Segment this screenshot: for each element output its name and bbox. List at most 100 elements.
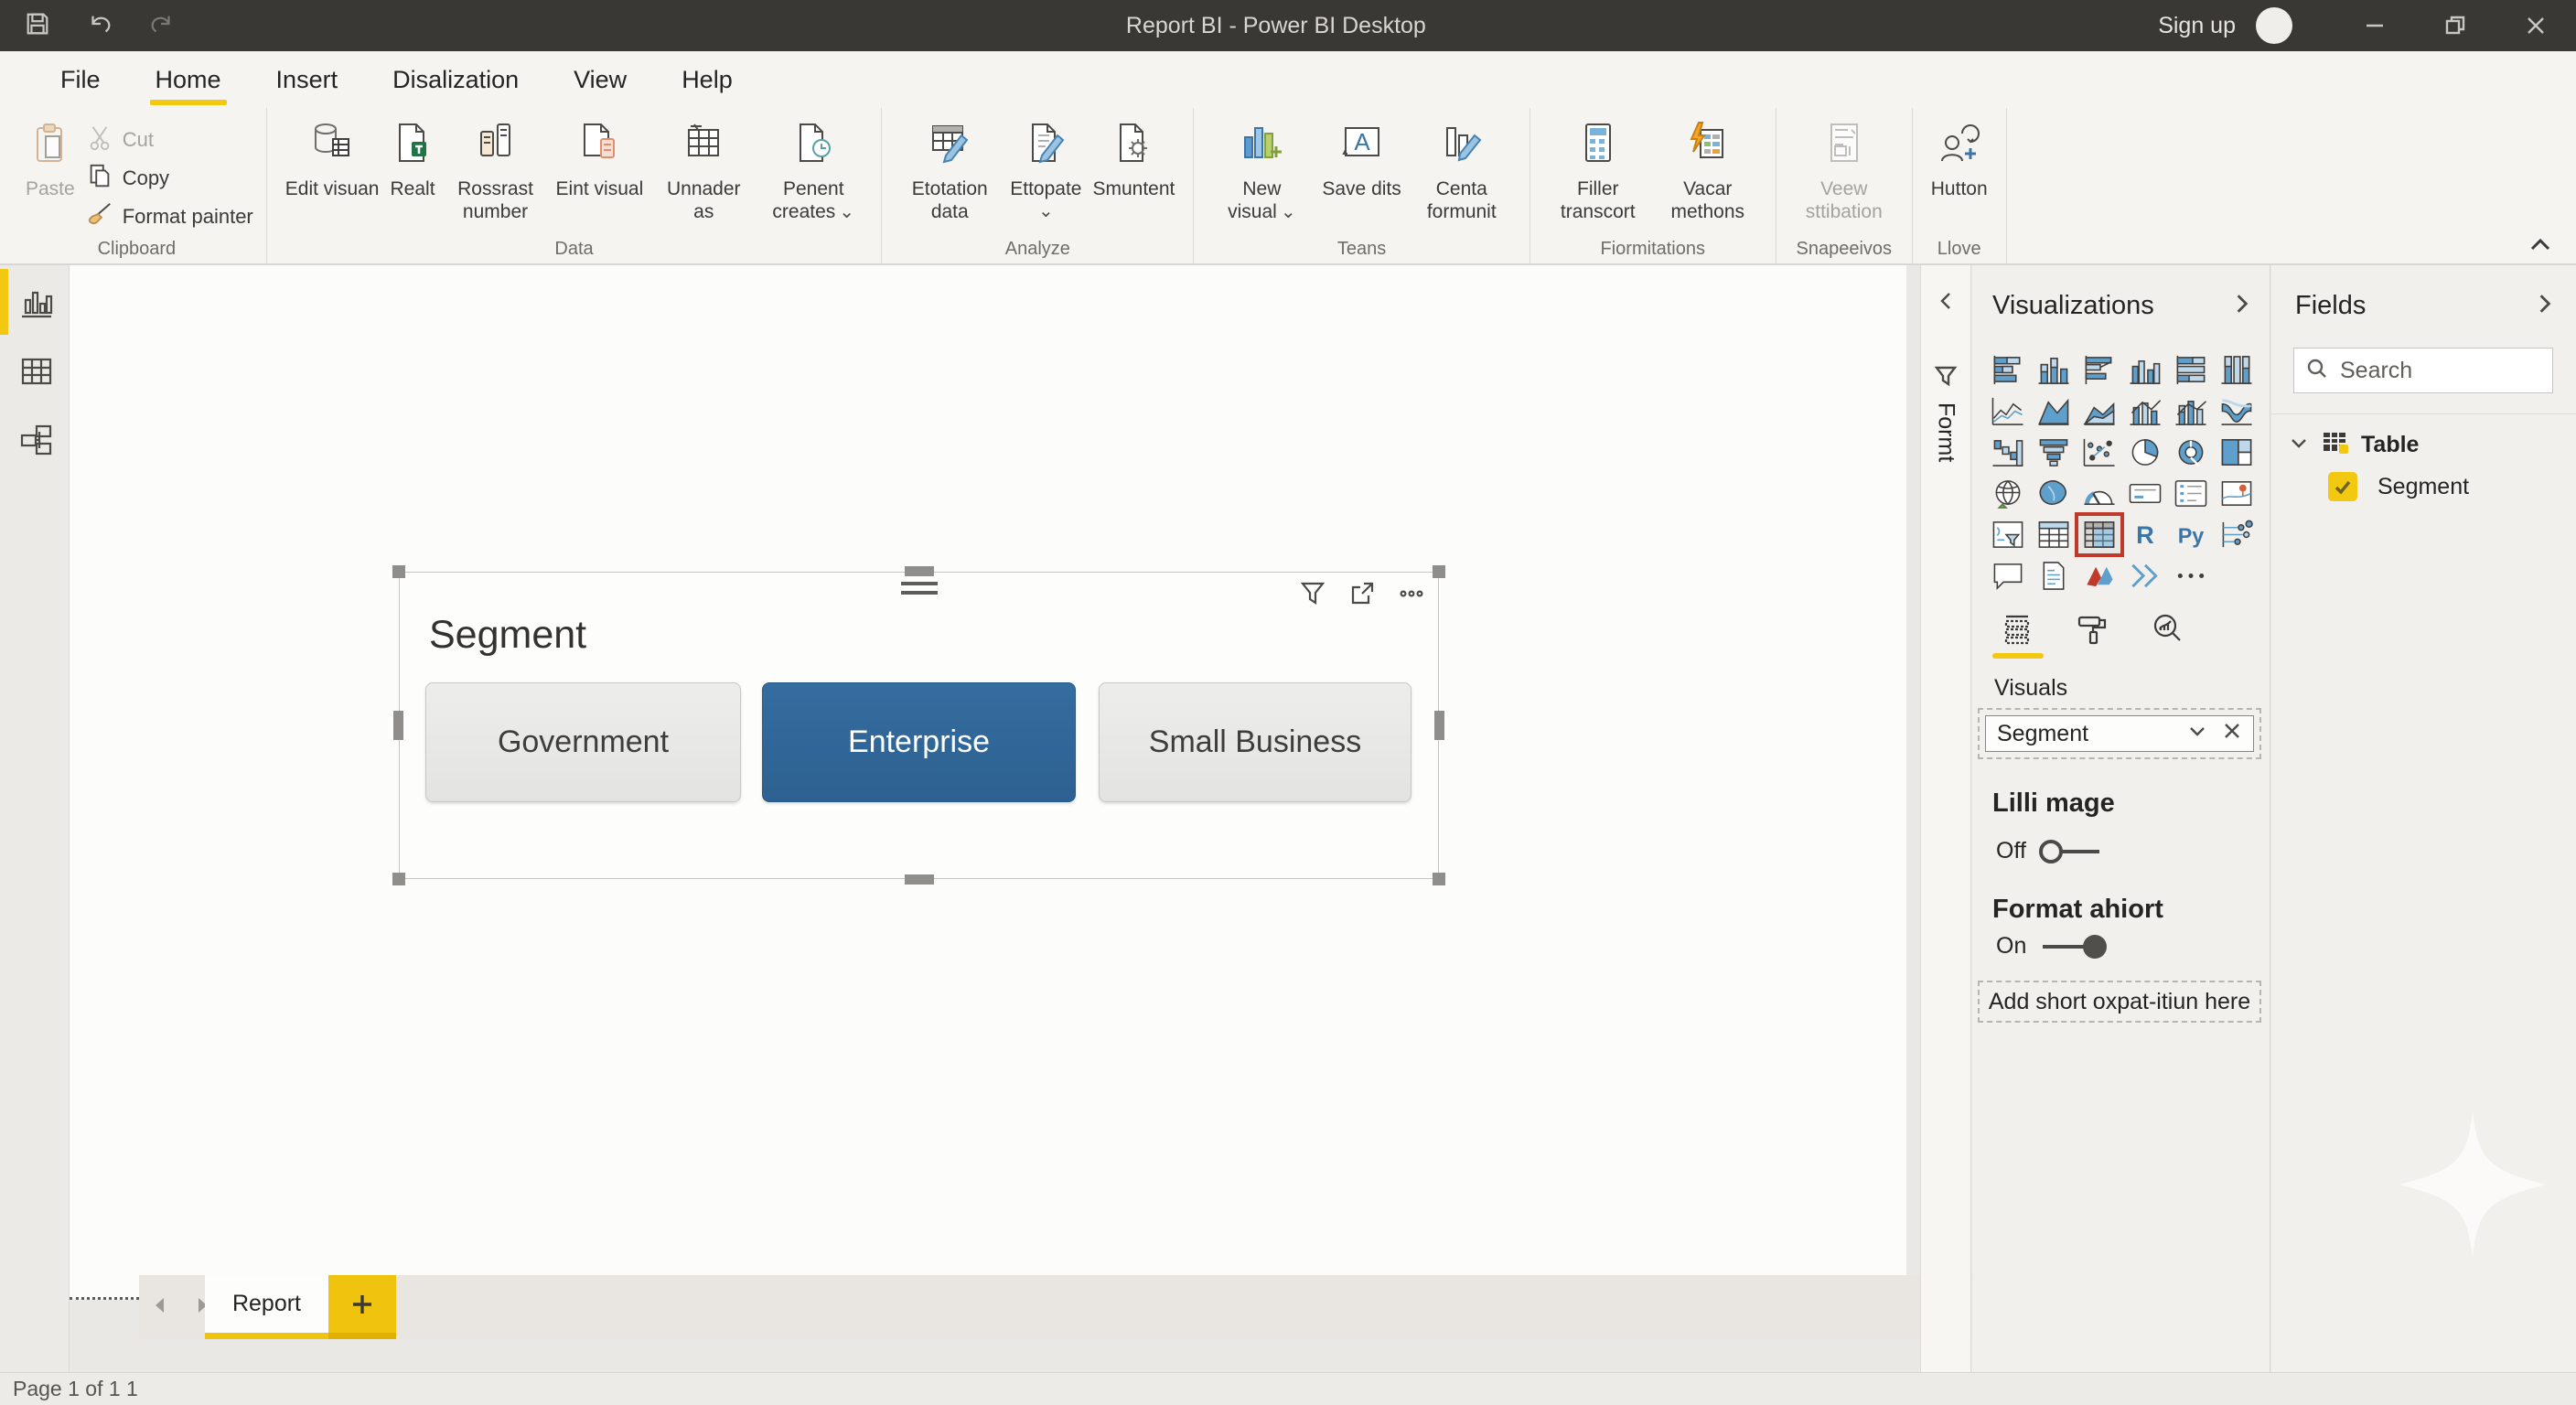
slicer-option-small-business[interactable]: Small Business bbox=[1099, 682, 1411, 802]
arcgis-map-icon[interactable] bbox=[2214, 473, 2259, 514]
waterfall-chart-icon[interactable] bbox=[1985, 432, 2031, 473]
slicer-visual[interactable]: Segment Government Enterprise Small Busi… bbox=[399, 572, 1439, 879]
menu-home[interactable]: Home bbox=[128, 51, 249, 108]
restore-button[interactable] bbox=[2415, 0, 2496, 51]
undo-icon[interactable] bbox=[86, 10, 113, 42]
resize-handle[interactable] bbox=[392, 873, 405, 885]
python-visual-icon[interactable]: Py bbox=[2168, 514, 2214, 555]
stacked-area-chart-icon[interactable] bbox=[2077, 391, 2122, 432]
100-stacked-column-chart-icon[interactable] bbox=[2214, 349, 2259, 391]
filler-transcort-button[interactable]: Filler transcort bbox=[1543, 117, 1653, 223]
close-button[interactable] bbox=[2496, 0, 2576, 51]
collapse-ribbon-button[interactable] bbox=[2525, 231, 2556, 258]
100-stacked-bar-chart-icon[interactable] bbox=[2168, 349, 2214, 391]
line-and-stacked-column-chart-icon[interactable] bbox=[2168, 391, 2214, 432]
card-icon[interactable] bbox=[2122, 473, 2168, 514]
cut-button[interactable]: Cut bbox=[86, 121, 253, 159]
clustered-bar-chart-icon[interactable] bbox=[2077, 349, 2122, 391]
menu-file[interactable]: File bbox=[33, 51, 128, 108]
report-view-icon[interactable] bbox=[18, 285, 55, 322]
centa-formunit-button[interactable]: Centa formunit bbox=[1407, 117, 1517, 223]
rossrast-number-button[interactable]: Rossrast number bbox=[441, 117, 551, 223]
resize-handle[interactable] bbox=[1433, 873, 1445, 885]
resize-handle[interactable] bbox=[393, 711, 403, 740]
treemap-icon[interactable] bbox=[2214, 432, 2259, 473]
power-apps-icon[interactable] bbox=[2077, 555, 2122, 596]
scatter-chart-icon[interactable] bbox=[2077, 432, 2122, 473]
ribbon-chart-icon[interactable] bbox=[2214, 391, 2259, 432]
shape-map-icon[interactable] bbox=[2031, 473, 2077, 514]
slicer-option-government[interactable]: Government bbox=[425, 682, 741, 802]
edit-visuan-button[interactable]: Edit visuan bbox=[280, 117, 385, 201]
copy-button[interactable]: Copy bbox=[86, 159, 253, 198]
field-well[interactable]: Segment bbox=[1978, 708, 2261, 759]
resize-handle[interactable] bbox=[905, 874, 934, 885]
paste-button[interactable]: Paste bbox=[20, 117, 80, 201]
analytics-tab-icon[interactable] bbox=[2150, 611, 2184, 650]
tree-expand-icon[interactable] bbox=[2288, 432, 2310, 458]
chevron-down-icon[interactable] bbox=[2187, 721, 2207, 747]
ettopate-button[interactable]: Ettopate bbox=[1004, 117, 1087, 222]
redo-icon[interactable] bbox=[148, 10, 176, 42]
report-page[interactable]: Segment Government Enterprise Small Busi… bbox=[70, 265, 1906, 1300]
stacked-column-chart-icon[interactable] bbox=[2031, 349, 2077, 391]
report-canvas[interactable]: Segment Government Enterprise Small Busi… bbox=[70, 265, 1919, 1372]
unnader-as-button[interactable]: Unnader as bbox=[649, 117, 758, 223]
add-field-hint[interactable]: Add short oxpat-itiun here bbox=[1978, 981, 2261, 1023]
collapse-fields-icon[interactable] bbox=[2534, 293, 2556, 319]
paginated-report-icon[interactable] bbox=[2031, 555, 2077, 596]
add-page-button[interactable] bbox=[328, 1275, 396, 1339]
map-icon[interactable] bbox=[1985, 473, 2031, 514]
format-tab-icon[interactable] bbox=[2075, 611, 2109, 650]
save-dits-button[interactable]: A Save dits bbox=[1316, 117, 1406, 201]
multi-row-card-icon[interactable] bbox=[2168, 473, 2214, 514]
resize-handle[interactable] bbox=[905, 566, 934, 576]
key-influencers-icon[interactable] bbox=[2214, 514, 2259, 555]
prev-page-arrow-icon[interactable] bbox=[150, 1295, 170, 1320]
expand-panel-icon[interactable] bbox=[1936, 291, 1956, 316]
toggle-switch-on[interactable] bbox=[2039, 934, 2107, 960]
etotation-data-button[interactable]: Etotation data bbox=[895, 117, 1004, 223]
smuntent-button[interactable]: Smuntent bbox=[1087, 117, 1180, 201]
penent-creates-button[interactable]: Penent creates bbox=[758, 117, 868, 223]
collapse-visualizations-icon[interactable] bbox=[2231, 293, 2253, 319]
resize-handle[interactable] bbox=[1433, 565, 1445, 578]
more-options-icon[interactable] bbox=[2168, 555, 2214, 596]
format-painter-button[interactable]: Format painter bbox=[86, 198, 253, 236]
avatar[interactable] bbox=[2256, 7, 2292, 44]
line-and-clustered-column-chart-icon[interactable] bbox=[2122, 391, 2168, 432]
sign-up-link[interactable]: Sign up bbox=[2158, 13, 2236, 39]
remove-field-icon[interactable] bbox=[2222, 721, 2242, 747]
stacked-bar-chart-icon[interactable] bbox=[1985, 349, 2031, 391]
search-input[interactable] bbox=[2340, 358, 2523, 384]
slicer-option-enterprise[interactable]: Enterprise bbox=[762, 682, 1076, 802]
page-tab-report[interactable]: Report bbox=[205, 1275, 328, 1339]
drag-handle-icon[interactable] bbox=[901, 582, 938, 600]
new-visual-button[interactable]: New visual bbox=[1207, 117, 1316, 223]
donut-chart-icon[interactable] bbox=[2168, 432, 2214, 473]
resize-handle[interactable] bbox=[1434, 711, 1444, 740]
pie-chart-icon[interactable] bbox=[2122, 432, 2168, 473]
menu-view[interactable]: View bbox=[546, 51, 654, 108]
menu-insert[interactable]: Insert bbox=[249, 51, 366, 108]
table-icon[interactable] bbox=[2031, 514, 2077, 555]
menu-help[interactable]: Help bbox=[654, 51, 760, 108]
slicer-icon[interactable] bbox=[1985, 514, 2031, 555]
gauge-icon[interactable] bbox=[2077, 473, 2122, 514]
fields-search[interactable] bbox=[2293, 348, 2553, 393]
filter-icon[interactable] bbox=[1299, 580, 1326, 612]
field-tree-item[interactable]: Segment bbox=[2328, 472, 2469, 501]
focus-mode-icon[interactable] bbox=[1348, 580, 1376, 612]
clustered-column-chart-icon[interactable] bbox=[2122, 349, 2168, 391]
fields-tab-icon[interactable] bbox=[2000, 611, 2034, 650]
menu-disalization[interactable]: Disalization bbox=[365, 51, 546, 108]
model-view-icon[interactable] bbox=[18, 423, 55, 459]
hutton-button[interactable]: Hutton bbox=[1926, 117, 1993, 201]
resize-handle[interactable] bbox=[392, 565, 405, 578]
metrics-icon[interactable] bbox=[2122, 555, 2168, 596]
eint-visual-button[interactable]: Eint visual bbox=[551, 117, 649, 201]
vacar-methons-button[interactable]: Vacar methons bbox=[1653, 117, 1763, 223]
table-tree-item[interactable]: Table bbox=[2288, 428, 2419, 462]
r-script-icon[interactable]: R bbox=[2122, 514, 2168, 555]
toggle-switch-off[interactable] bbox=[2039, 839, 2107, 864]
